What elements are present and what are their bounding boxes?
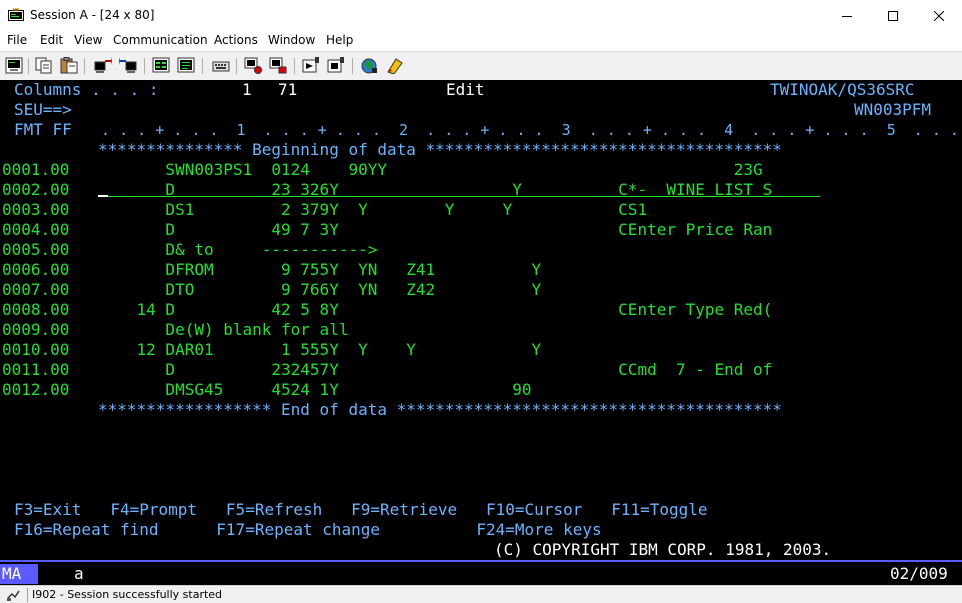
status-separator [27,588,28,602]
function-keys-line-1[interactable]: F3=Exit F4=Prompt F5=Refresh F9=Retrieve… [14,500,708,520]
operator-info-area: MA a 02/009 [0,560,962,586]
copyright-notice: (C) COPYRIGHT IBM CORP. 1981, 2003. [494,540,832,559]
columns-to: 71 [278,80,298,99]
menu-actions[interactable]: Actions [214,33,258,47]
menu-edit[interactable]: Edit [40,33,63,47]
columns-label: Columns . . . : [14,80,159,99]
columns-from: 1 [242,80,252,99]
toolbar [0,51,962,80]
sequence-number[interactable]: 0005.00 [2,240,69,260]
sequence-number[interactable]: 0012.00 [2,380,69,400]
status-bar: I902 - Session successfully started [0,585,962,603]
sequence-number[interactable]: 0001.00 [2,160,69,180]
toolbar-separator [144,58,145,74]
macro-record-icon[interactable] [244,57,262,74]
end-of-data-marker: ****************** End of data *********… [98,400,782,419]
minimize-icon [842,15,852,17]
column-ruler: . . . + . . . 1 . . . + . . . 2 . . . + … [101,121,959,139]
status-message: I902 - Session successfully started [32,588,223,601]
menu-bar: File Edit View Communication Actions Win… [0,31,962,50]
source-line-text[interactable]: DMSG45 4524 1Y 90 [98,380,531,400]
close-button[interactable] [916,0,962,31]
member-name: WN003PFM [854,100,932,119]
toolbar-separator [352,58,353,74]
sequence-number[interactable]: 0002.00 [2,180,69,200]
toolbar-separator [28,58,29,74]
macro-stop-icon[interactable] [327,57,345,74]
menu-communication[interactable]: Communication [113,33,208,47]
toolbar-separator [202,58,203,74]
window-title: Session A - [24 x 80] [30,8,155,22]
close-icon [934,10,944,21]
terminal-screen[interactable]: Columns . . . : 1 71 Edit TWINOAK/QS36SR… [0,80,962,560]
display-keypad-icon[interactable] [152,57,170,74]
send-file-icon[interactable] [94,57,112,74]
menu-help[interactable]: Help [326,33,353,47]
source-line-text[interactable]: 14 D 42 5 8Y CEnter Type Red( [98,300,773,320]
menu-file[interactable]: File [7,33,27,47]
source-line-text[interactable]: D 232457Y CCmd 7 - End of [98,360,772,380]
help-icon[interactable] [386,57,404,74]
session-app-icon[interactable] [8,8,24,22]
sequence-number[interactable]: 0010.00 [2,340,69,360]
source-line-text[interactable]: SWN003PS1 0124 90YY 23G [98,160,762,180]
toolbar-separator [236,58,237,74]
minimize-button[interactable] [824,0,870,31]
sequence-number[interactable]: 0003.00 [2,200,69,220]
source-line-text[interactable]: DTO 9 766Y YN Z42 Y [98,280,541,300]
menu-view[interactable]: View [74,33,102,47]
connection-status-icon [7,590,20,601]
copy-icon[interactable] [35,57,53,74]
print-screen-icon[interactable] [5,57,23,74]
source-line-text[interactable]: D 23 326Y Y C*- WINE LIST S [98,180,772,200]
receive-file-icon[interactable] [119,57,137,74]
source-line-text[interactable]: D 49 7 3Y CEnter Price Ran [98,220,772,240]
title-bar[interactable]: Session A - [24 x 80] [0,0,962,31]
edit-mode: Edit [446,80,485,99]
keyboard-map-icon[interactable] [177,57,195,74]
sequence-number[interactable]: 0004.00 [2,220,69,240]
function-keys-line-2[interactable]: F16=Repeat find F17=Repeat change F24=Mo… [14,520,602,540]
source-line-text[interactable]: DFROM 9 755Y YN Z41 Y [98,260,541,280]
source-line-text[interactable]: DS1 2 379Y Y Y Y CS1 [98,200,647,220]
seu-prompt: SEU==> [14,100,72,119]
sequence-number[interactable]: 0008.00 [2,300,69,320]
sequence-number[interactable]: 0009.00 [2,320,69,340]
emulator-window: Session A - [24 x 80] File Edit View Com… [0,0,962,603]
menu-window[interactable]: Window [268,33,315,47]
oia-input-mode: a [74,564,84,583]
library-file: TWINOAK/QS36SRC [770,80,915,99]
source-line-text[interactable]: 12 DAR01 1 555Y Y Y Y [98,340,542,360]
keyboard-icon[interactable] [212,57,230,74]
source-line-text[interactable]: D& to -----------> [98,240,377,260]
oia-cursor-position: 02/009 [890,564,948,583]
toolbar-separator [84,58,85,74]
maximize-icon [888,10,898,21]
beginning-of-data-marker: *************** Beginning of data ******… [98,140,782,159]
macro-play-icon[interactable] [269,57,287,74]
macro-run-icon[interactable] [302,57,320,74]
sequence-number[interactable]: 0006.00 [2,260,69,280]
source-line-text[interactable]: De(W) blank for all [98,320,348,340]
sequence-number[interactable]: 0011.00 [2,360,69,380]
color-map-icon[interactable] [360,57,378,74]
oia-session-indicator: MA [0,564,38,584]
toolbar-separator [294,58,295,74]
paste-icon[interactable] [60,57,78,74]
ruler-label: FMT FF [14,120,72,139]
sequence-number[interactable]: 0007.00 [2,280,69,300]
maximize-button[interactable] [870,0,916,31]
